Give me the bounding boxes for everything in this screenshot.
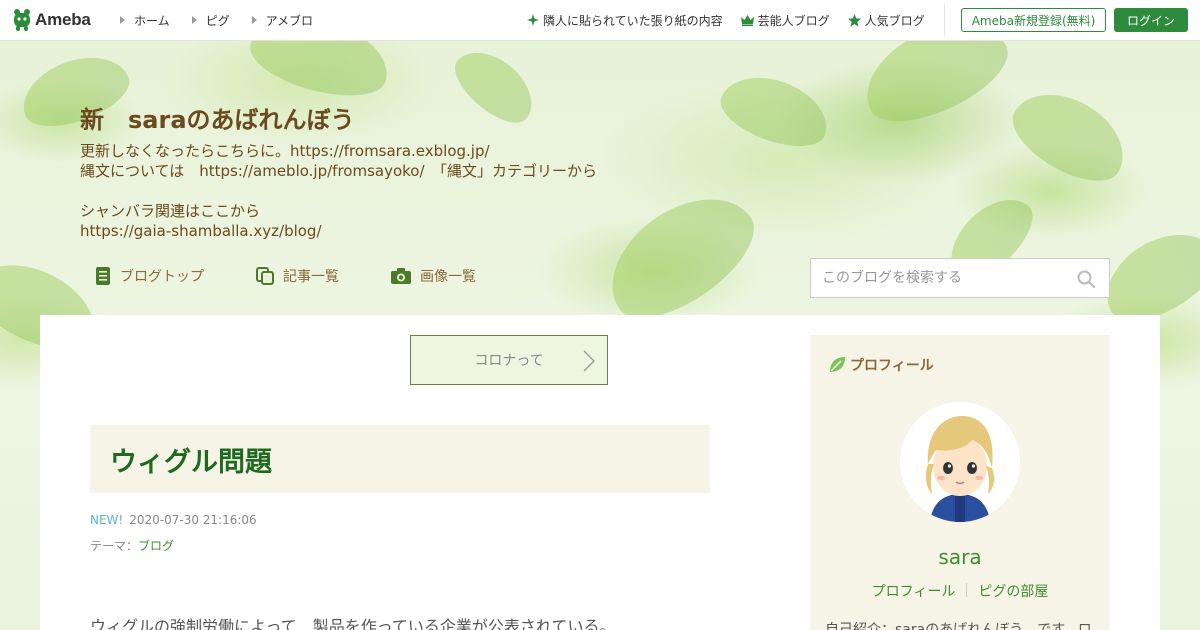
login-button[interactable]: ログイン	[1114, 8, 1188, 32]
link-divider	[966, 583, 968, 597]
blog-search	[810, 258, 1110, 298]
featured-link-popular[interactable]: 人気ブログ	[847, 12, 925, 29]
nav-ameblo[interactable]: アメブロ	[251, 12, 314, 29]
blog-nav-top-label: ブログトップ	[120, 269, 204, 285]
camera-icon	[391, 268, 411, 284]
pigg-room-link[interactable]: ピグの部屋	[978, 581, 1048, 601]
prev-entry-link[interactable]: コロナって	[410, 335, 608, 385]
copy-icon	[256, 267, 274, 285]
entry-datetime: 2020-07-30 21:16:06	[129, 513, 257, 527]
entry-title-box: ウィグル問題	[90, 425, 710, 493]
blog-title[interactable]: 新 saraのあばれんぼう	[80, 100, 355, 135]
profile-links: プロフィール ピグの部屋	[810, 581, 1110, 601]
leaf-decoration	[243, 41, 397, 108]
featured-link-trending[interactable]: 隣人に貼られていた張り紙の内容	[527, 12, 723, 29]
blog-nav-entries[interactable]: 記事一覧	[256, 266, 339, 286]
featured-link-celebrity-label: 芸能人ブログ	[757, 13, 830, 28]
featured-link-trending-label: 隣人に貼られていた張り紙の内容	[543, 13, 723, 28]
triangle-right-icon	[251, 16, 257, 24]
profile-intro: 自己紹介：saraのあばれんぼう です。ロ	[825, 622, 1092, 630]
profile-name[interactable]: sara	[810, 545, 1110, 569]
avatar-illustration	[900, 402, 1020, 522]
chevron-right-icon	[583, 350, 595, 372]
nav-pigg[interactable]: ピグ	[191, 12, 230, 29]
entry-meta-date: NEW! 2020-07-30 21:16:06	[90, 513, 257, 527]
featured-link-popular-label: 人気ブログ	[864, 13, 925, 28]
entry-meta-theme: テーマ：ブログ	[90, 537, 174, 554]
entry-title[interactable]: ウィグル問題	[110, 440, 272, 479]
search-icon[interactable]	[1077, 270, 1095, 288]
blog-nav-top[interactable]: ブログトップ	[95, 266, 204, 286]
leaf-decoration	[444, 41, 546, 135]
global-header: Ameba ホーム ピグ アメブロ 隣人に貼られていた張り紙の内容 芸能人ブログ…	[0, 0, 1200, 41]
crown-icon	[740, 14, 754, 26]
register-button[interactable]: Ameba新規登録(無料)	[961, 8, 1106, 32]
new-badge: NEW!	[90, 513, 124, 527]
main-content: コロナって ウィグル問題 NEW! 2020-07-30 21:16:06 テーマ…	[40, 315, 1160, 630]
ameba-mascot-icon	[14, 9, 30, 31]
prev-entry-label: コロナって	[474, 353, 544, 369]
blog-description: 更新しなくなったらこちらに。https://fromsara.exblog.jp…	[80, 142, 598, 240]
profile-heading: プロフィール	[828, 355, 934, 375]
triangle-right-icon	[191, 16, 197, 24]
leaf-decoration	[588, 173, 772, 339]
entry-body-text: ウィグルの強制労働によって 製品を作っている企業が公表されている。	[90, 617, 616, 630]
document-icon	[96, 267, 110, 285]
leaf-decoration	[850, 41, 1020, 139]
featured-nav: 隣人に貼られていた張り紙の内容 芸能人ブログ 人気ブログ	[527, 0, 943, 40]
leaf-icon	[830, 357, 845, 372]
profile-link[interactable]: プロフィール	[872, 581, 956, 601]
blog-nav-images[interactable]: 画像一覧	[391, 266, 476, 286]
blog-nav-entries-label: 記事一覧	[283, 269, 339, 285]
profile-heading-label: プロフィール	[850, 358, 934, 374]
theme-link[interactable]: ブログ	[138, 539, 174, 553]
nav-home[interactable]: ホーム	[120, 12, 170, 29]
nav-ameblo-label: アメブロ	[265, 13, 314, 28]
triangle-right-icon	[120, 16, 125, 24]
nav-home-label: ホーム	[134, 13, 170, 28]
ameba-logo[interactable]: Ameba	[12, 8, 92, 32]
divider	[944, 4, 945, 36]
blog-nav-images-label: 画像一覧	[420, 269, 476, 285]
star-icon	[847, 13, 861, 27]
blog-nav: ブログトップ 記事一覧 画像一覧	[95, 266, 528, 286]
blog-search-input[interactable]	[822, 270, 1062, 286]
theme-prefix: テーマ：	[90, 539, 139, 553]
featured-link-celebrity[interactable]: 芸能人ブログ	[740, 12, 830, 29]
leaf-decoration	[713, 63, 837, 159]
profile-sidebar: プロフィール sara プロフィール ピグの部屋 自己紹介：saraのあばれんぼ…	[810, 335, 1110, 630]
leaf-decoration	[1000, 75, 1140, 197]
logo-text: Ameba	[35, 10, 91, 29]
avatar[interactable]	[900, 402, 1020, 522]
global-nav: ホーム ピグ アメブロ	[120, 12, 335, 29]
nav-pigg-label: ピグ	[205, 13, 230, 28]
sparkle-icon	[527, 14, 539, 26]
